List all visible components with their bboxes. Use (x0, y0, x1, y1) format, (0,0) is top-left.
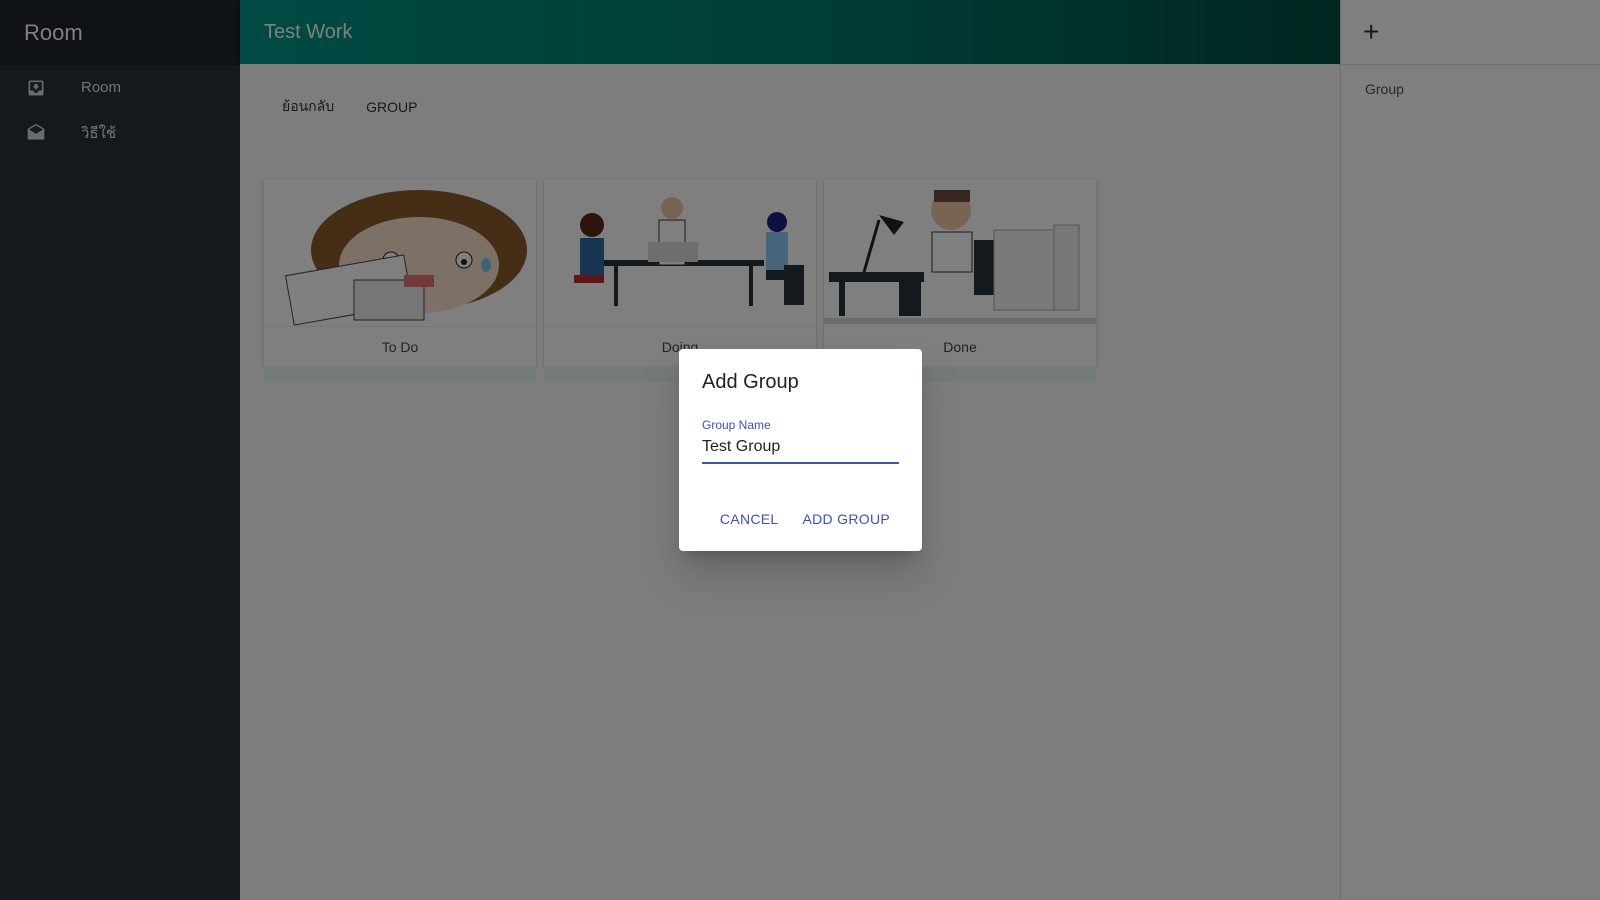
dialog-actions: CANCEL ADD GROUP (712, 505, 898, 533)
add-group-button[interactable]: ADD GROUP (795, 505, 899, 533)
cancel-button[interactable]: CANCEL (712, 505, 787, 533)
add-group-dialog: Add Group Group Name CANCEL ADD GROUP (679, 349, 922, 551)
dialog-title: Add Group (702, 371, 799, 393)
group-name-label: Group Name (702, 418, 771, 432)
group-name-input[interactable] (702, 436, 899, 464)
